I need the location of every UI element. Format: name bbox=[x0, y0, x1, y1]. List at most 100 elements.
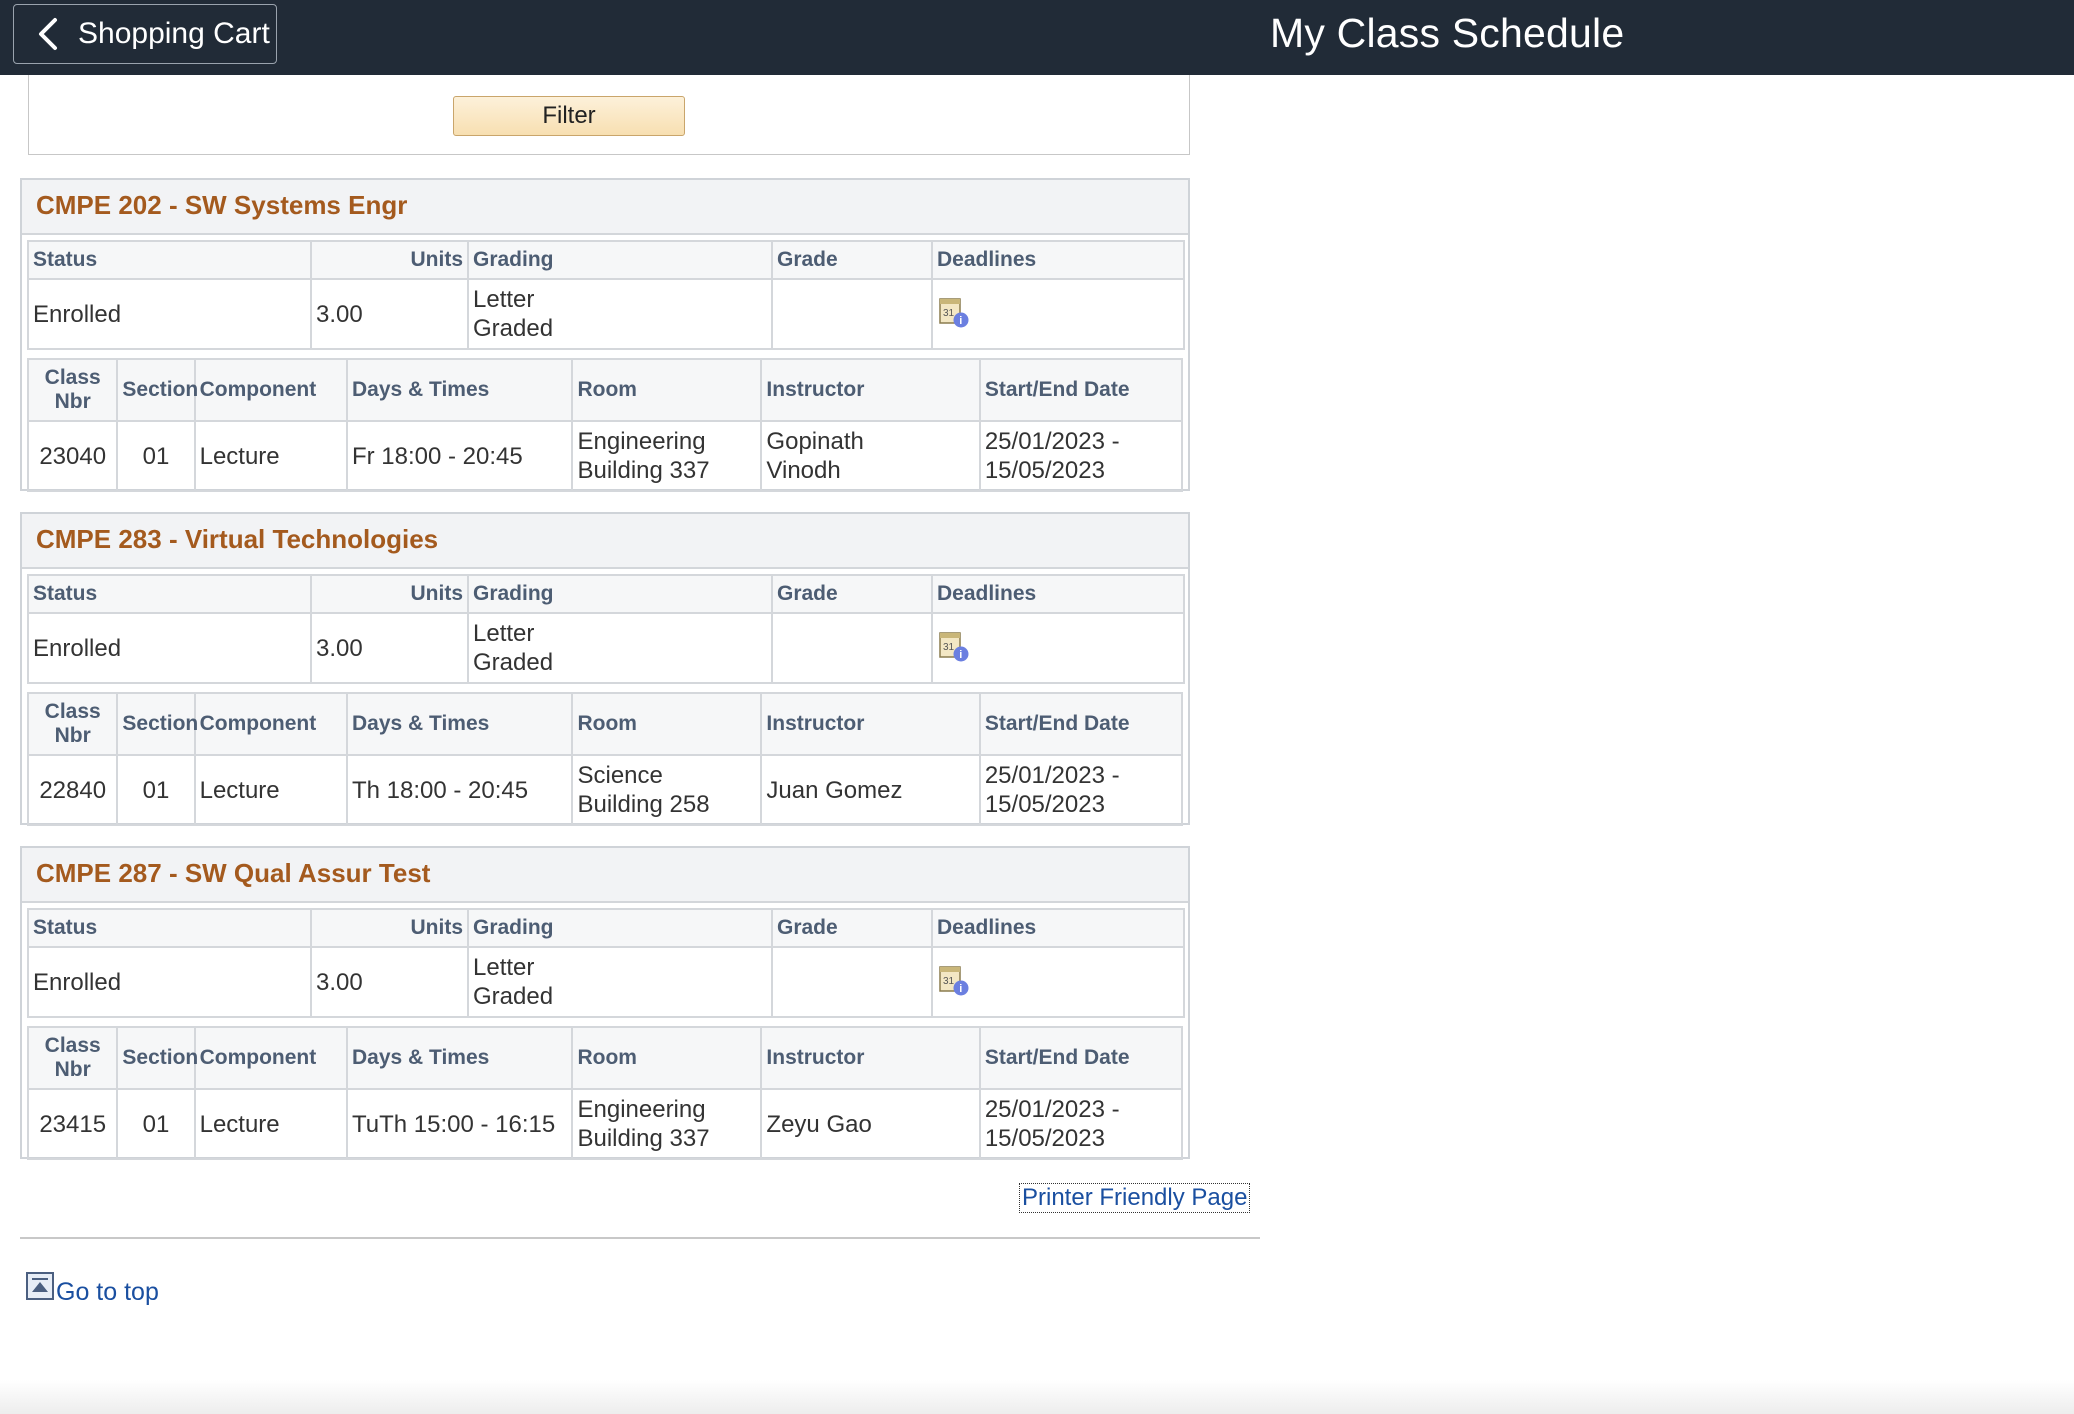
days-times-header: Days & Times bbox=[345, 358, 574, 422]
deadlines-cell: 31 i bbox=[931, 278, 1185, 350]
enrollment-table: Status Units Grading Grade Deadlines Enr… bbox=[27, 240, 1185, 350]
course-title: CMPE 202 - SW Systems Engr bbox=[36, 190, 408, 220]
grading-header: Grading bbox=[467, 574, 773, 614]
grading-value: Letter Graded bbox=[467, 612, 773, 684]
deadlines-cell: 31 i bbox=[931, 612, 1185, 684]
go-to-top-link[interactable]: Go to top bbox=[26, 1272, 159, 1305]
course-block: CMPE 283 - Virtual Technologies Status U… bbox=[20, 512, 1190, 826]
grade-value bbox=[771, 612, 933, 684]
filter-panel: Filter bbox=[28, 75, 1190, 155]
arrow-up-box-icon bbox=[26, 1272, 54, 1305]
grade-header: Grade bbox=[771, 574, 933, 614]
grade-header: Grade bbox=[771, 908, 933, 948]
class-nbr-value: 23415 bbox=[26, 1088, 119, 1160]
enrollment-table: Status Units Grading Grade Deadlines Enr… bbox=[27, 908, 1185, 1018]
course-header: CMPE 202 - SW Systems Engr bbox=[22, 180, 1188, 235]
course-block: CMPE 202 - SW Systems Engr Status Units … bbox=[20, 178, 1190, 492]
class-nbr-value: 22840 bbox=[26, 754, 119, 826]
section-table: Class Nbr Section Component Days & Times … bbox=[26, 1026, 1184, 1160]
svg-text:31: 31 bbox=[943, 642, 955, 653]
units-value: 3.00 bbox=[310, 612, 469, 684]
class-nbr-value: 23040 bbox=[26, 420, 119, 492]
top-bar: Shopping Cart My Class Schedule bbox=[0, 0, 2074, 75]
shopping-cart-back-button[interactable]: Shopping Cart bbox=[13, 4, 277, 64]
units-header: Units bbox=[310, 908, 469, 948]
component-value: Lecture bbox=[193, 754, 348, 826]
status-header: Status bbox=[27, 240, 312, 280]
days-times-value: TuTh 15:00 - 16:15 bbox=[345, 1088, 574, 1160]
deadlines-header: Deadlines bbox=[931, 908, 1185, 948]
section-link[interactable]: 01 bbox=[116, 754, 196, 826]
units-value: 3.00 bbox=[310, 946, 469, 1018]
section-link[interactable]: 01 bbox=[116, 420, 196, 492]
printer-friendly-link[interactable]: Printer Friendly Page bbox=[1019, 1183, 1251, 1213]
page-title: My Class Schedule bbox=[1270, 10, 1625, 56]
divider bbox=[20, 1237, 1260, 1239]
instructor-header: Instructor bbox=[760, 1026, 981, 1090]
room-value: Engineering Building 337 bbox=[571, 420, 763, 492]
dates-value: 25/01/2023 -15/05/2023 bbox=[978, 1088, 1184, 1160]
grading-header: Grading bbox=[467, 908, 773, 948]
instructor-value: Juan Gomez bbox=[760, 754, 981, 826]
days-times-value: Th 18:00 - 20:45 bbox=[345, 754, 574, 826]
course-title: CMPE 287 - SW Qual Assur Test bbox=[36, 858, 431, 888]
dates-value: 25/01/2023 -15/05/2023 bbox=[978, 420, 1184, 492]
deadlines-header: Deadlines bbox=[931, 574, 1185, 614]
section-table: Class Nbr Section Component Days & Times … bbox=[26, 692, 1184, 826]
status-value: Enrolled bbox=[27, 278, 312, 350]
svg-text:i: i bbox=[959, 983, 962, 995]
grading-value: Letter Graded bbox=[467, 946, 773, 1018]
enrollment-table: Status Units Grading Grade Deadlines Enr… bbox=[27, 574, 1185, 684]
course-header: CMPE 287 - SW Qual Assur Test bbox=[22, 848, 1188, 903]
course-title: CMPE 283 - Virtual Technologies bbox=[36, 524, 439, 554]
back-button-label: Shopping Cart bbox=[78, 17, 270, 50]
instructor-value: Zeyu Gao bbox=[760, 1088, 981, 1160]
room-value: Science Building 258 bbox=[571, 754, 763, 826]
svg-text:31: 31 bbox=[943, 976, 955, 987]
class-nbr-header: Class Nbr bbox=[26, 692, 119, 756]
instructor-header: Instructor bbox=[760, 692, 981, 756]
units-header: Units bbox=[310, 240, 469, 280]
units-value: 3.00 bbox=[310, 278, 469, 350]
section-table: Class Nbr Section Component Days & Times … bbox=[26, 358, 1184, 492]
svg-text:i: i bbox=[959, 315, 962, 327]
calendar-info-icon[interactable]: 31 i bbox=[937, 296, 971, 330]
days-times-value: Fr 18:00 - 20:45 bbox=[345, 420, 574, 492]
calendar-info-icon[interactable]: 31 i bbox=[937, 964, 971, 998]
deadlines-header: Deadlines bbox=[931, 240, 1185, 280]
component-header: Component bbox=[193, 1026, 348, 1090]
course-header: CMPE 283 - Virtual Technologies bbox=[22, 514, 1188, 569]
filter-button[interactable]: Filter bbox=[453, 96, 685, 136]
bottom-shade bbox=[0, 1380, 2074, 1414]
component-value: Lecture bbox=[193, 1088, 348, 1160]
deadlines-cell: 31 i bbox=[931, 946, 1185, 1018]
room-value: Engineering Building 337 bbox=[571, 1088, 763, 1160]
section-header: Section bbox=[116, 358, 198, 422]
section-link[interactable]: 01 bbox=[116, 1088, 196, 1160]
go-to-top-label: Go to top bbox=[56, 1278, 159, 1306]
dates-value: 25/01/2023 -15/05/2023 bbox=[978, 754, 1184, 826]
calendar-info-icon[interactable]: 31 i bbox=[937, 630, 971, 664]
days-times-header: Days & Times bbox=[345, 692, 574, 756]
chevron-left-icon bbox=[28, 14, 68, 54]
instructor-header: Instructor bbox=[760, 358, 981, 422]
dates-header: Start/End Date bbox=[978, 1026, 1184, 1090]
status-value: Enrolled bbox=[27, 612, 312, 684]
section-header: Section bbox=[116, 692, 198, 756]
class-nbr-header: Class Nbr bbox=[26, 1026, 119, 1090]
grade-header: Grade bbox=[771, 240, 933, 280]
instructor-value: Gopinath Vinodh bbox=[760, 420, 981, 492]
grade-value bbox=[771, 278, 933, 350]
room-header: Room bbox=[571, 692, 763, 756]
course-block: CMPE 287 - SW Qual Assur Test Status Uni… bbox=[20, 846, 1190, 1160]
status-value: Enrolled bbox=[27, 946, 312, 1018]
svg-text:31: 31 bbox=[943, 308, 955, 319]
room-header: Room bbox=[571, 1026, 763, 1090]
section-header: Section bbox=[116, 1026, 198, 1090]
grading-value: Letter Graded bbox=[467, 278, 773, 350]
status-header: Status bbox=[27, 908, 312, 948]
dates-header: Start/End Date bbox=[978, 358, 1184, 422]
units-header: Units bbox=[310, 574, 469, 614]
grade-value bbox=[771, 946, 933, 1018]
svg-text:i: i bbox=[959, 649, 962, 661]
